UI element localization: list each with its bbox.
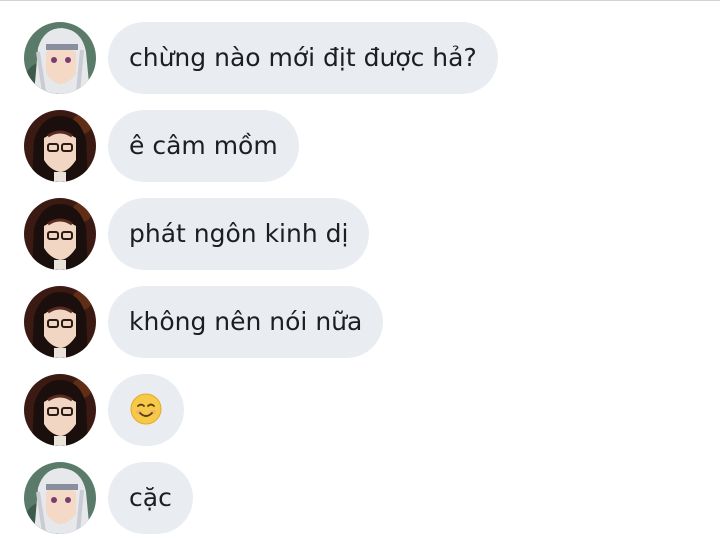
- avatar-dark-hair-icon: [24, 198, 96, 270]
- avatar-white-hair-icon: [24, 22, 96, 94]
- message-text: phát ngôn kinh dị: [129, 219, 349, 248]
- top-divider: [0, 0, 720, 1]
- avatar[interactable]: [24, 198, 96, 270]
- message-text: không nên nói nữa: [129, 307, 363, 336]
- message-text: chừng nào mới địt được hả?: [129, 43, 477, 72]
- message-bubble[interactable]: cặc: [108, 462, 193, 534]
- message-row: cặc: [0, 462, 720, 534]
- message-text: cặc: [129, 483, 172, 512]
- message-row: phát ngôn kinh dị: [0, 198, 720, 270]
- message-bubble[interactable]: không nên nói nữa: [108, 286, 384, 358]
- message-row: ê câm mồm: [0, 110, 720, 182]
- avatar-dark-hair-icon: [24, 286, 96, 358]
- avatar-white-hair-icon: [24, 462, 96, 534]
- avatar[interactable]: [24, 22, 96, 94]
- message-row: chừng nào mới địt được hả?: [0, 22, 720, 94]
- message-bubble[interactable]: [108, 374, 184, 446]
- avatar[interactable]: [24, 462, 96, 534]
- avatar[interactable]: [24, 110, 96, 182]
- message-row: [0, 374, 720, 446]
- message-bubble[interactable]: chừng nào mới địt được hả?: [108, 22, 498, 94]
- smiling-face-emoji-icon: [130, 393, 162, 425]
- avatar[interactable]: [24, 286, 96, 358]
- chat-screen: chừng nào mới địt được hả? ê câm mồm phá…: [0, 0, 720, 543]
- avatar-dark-hair-icon: [24, 374, 96, 446]
- message-bubble[interactable]: phát ngôn kinh dị: [108, 198, 370, 270]
- message-row: không nên nói nữa: [0, 286, 720, 358]
- avatar[interactable]: [24, 374, 96, 446]
- message-bubble[interactable]: ê câm mồm: [108, 110, 299, 182]
- message-text: ê câm mồm: [129, 131, 278, 160]
- avatar-dark-hair-icon: [24, 110, 96, 182]
